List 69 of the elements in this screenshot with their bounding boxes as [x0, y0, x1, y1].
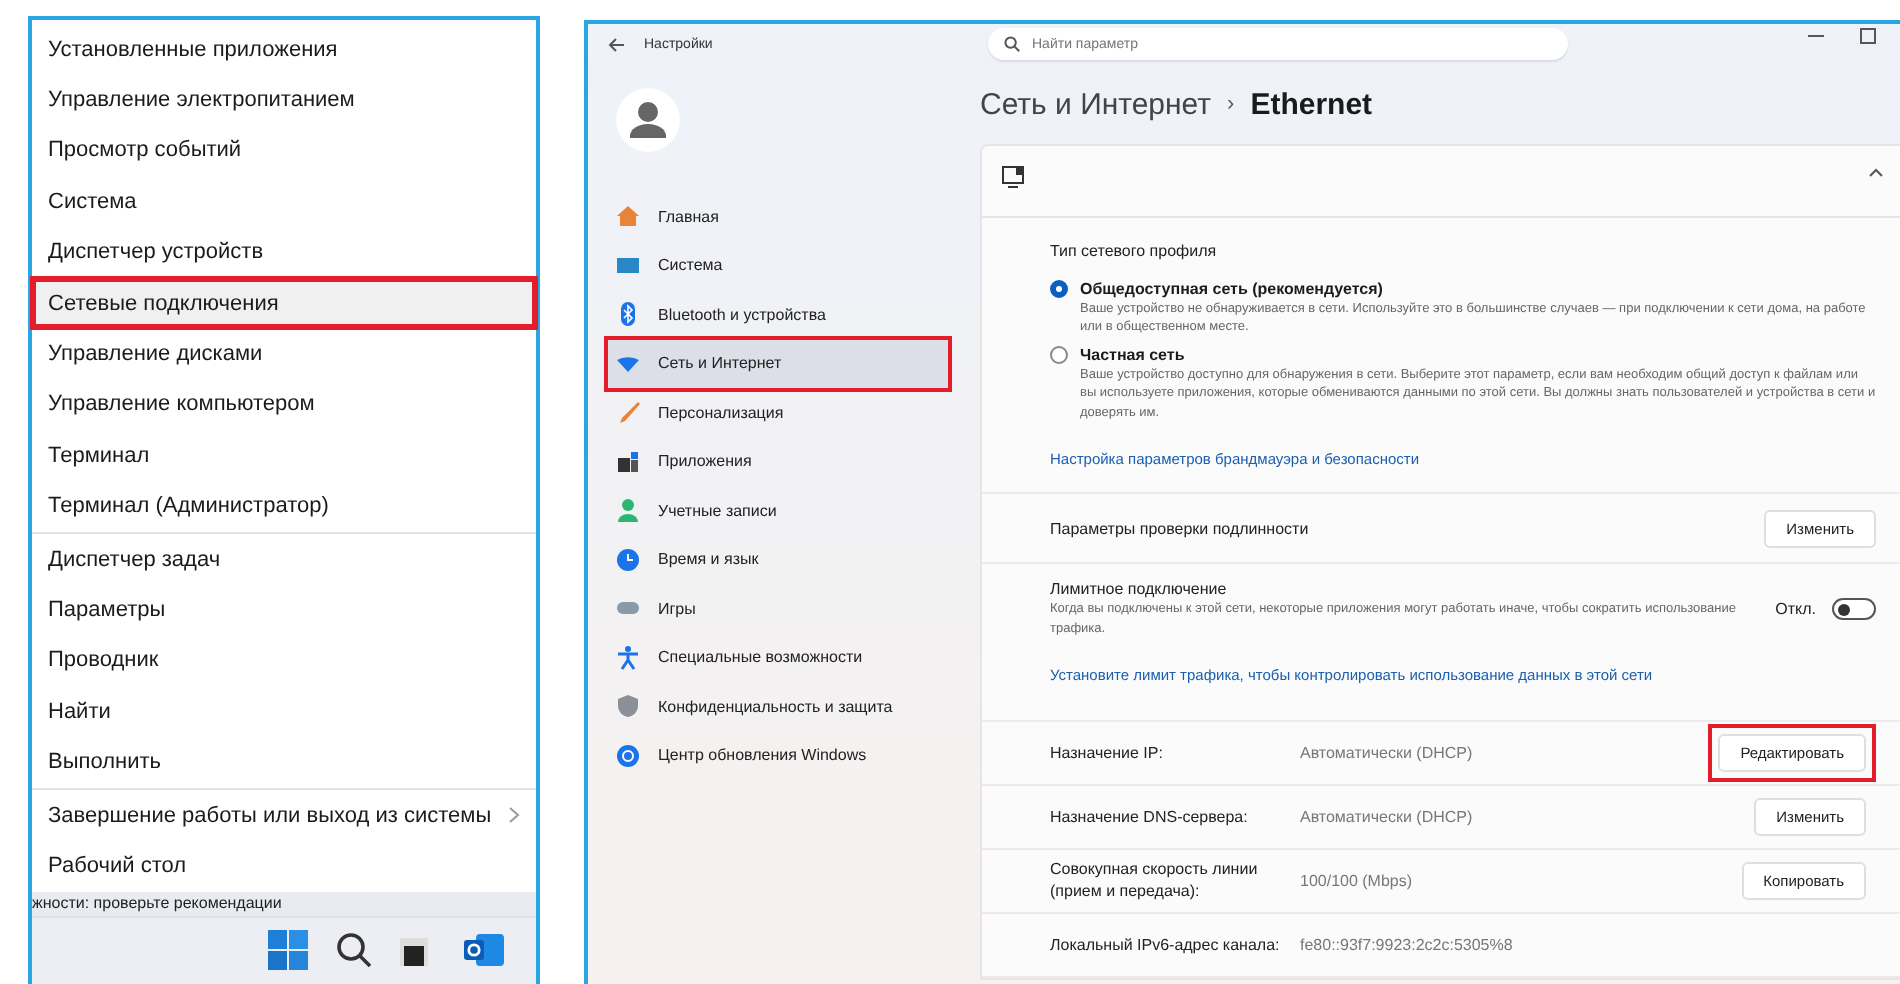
menu-item[interactable]: Проводник — [32, 635, 536, 687]
setting-label: Лимитное подключение — [1050, 580, 1229, 599]
nav-item[interactable]: Игры — [608, 584, 948, 633]
nav-item[interactable]: Конфиденциальность и защита — [608, 682, 948, 731]
breadcrumb-link[interactable]: Сеть и Интернет — [980, 87, 1212, 121]
menu-item[interactable]: Управление дисками — [32, 328, 536, 380]
nav-item[interactable]: Сеть и Интернет — [608, 339, 948, 388]
menu-item[interactable]: Найти — [32, 686, 536, 737]
nav-item[interactable]: Bluetooth и устройства — [608, 290, 948, 339]
menu-item[interactable]: Выполнить — [32, 736, 536, 788]
menu-item[interactable]: Терминал — [32, 430, 536, 482]
property-value: Автоматически (DHCP) — [1300, 743, 1475, 762]
setting-label: Параметры проверки подлинности — [1050, 519, 1309, 538]
menu-item[interactable]: Сетевые подключения — [32, 277, 536, 329]
menu-item[interactable]: Диспетчер устройств — [32, 227, 536, 278]
menu-item[interactable]: Установленные приложения — [32, 24, 536, 75]
menu-item[interactable]: Просмотр событий — [32, 125, 536, 177]
breadcrumb-separator: › — [1227, 92, 1235, 116]
avatar-icon — [616, 88, 680, 152]
option-label: Частная сеть — [1080, 345, 1187, 364]
nav-icon — [616, 400, 640, 425]
nav-icon — [616, 204, 640, 229]
nav-icon — [616, 645, 640, 670]
option-label: Общедоступная сеть (рекомендуется) — [1080, 280, 1385, 298]
radio-button[interactable] — [1050, 345, 1068, 364]
nav-icon — [616, 449, 640, 474]
menu-item[interactable]: Управление электропитанием — [32, 74, 536, 126]
nav-icon — [616, 547, 640, 572]
property-label: Назначение DNS-сервера: — [1050, 805, 1250, 829]
toggle-switch[interactable] — [1832, 598, 1876, 621]
background-text: жности: проверьте рекомендации — [32, 891, 536, 916]
menu-item[interactable]: Система — [32, 176, 536, 228]
section-label: Тип сетевого профиля — [1050, 242, 1219, 260]
property-value: fe80::93f7:9923:2c2c:5305%8 — [1300, 935, 1515, 954]
property-label: Совокупная скорость линии (прием и передача): — [1050, 858, 1260, 904]
property-value: Автоматически (DHCP) — [1300, 807, 1475, 826]
collapse-chevron-icon[interactable] — [1868, 166, 1884, 178]
nav-icon — [616, 694, 640, 719]
property-value: 100/100 (Mbps) — [1300, 871, 1415, 890]
nav-item[interactable]: Система — [608, 241, 948, 290]
nav-item[interactable]: Специальные возможности — [608, 633, 948, 682]
nav-icon — [616, 743, 640, 768]
mail-app-icon[interactable] — [464, 932, 504, 969]
windows-logo-icon[interactable] — [268, 930, 308, 971]
toggle-state: Откл. — [1775, 600, 1816, 619]
nav-icon — [616, 253, 640, 278]
menu-item[interactable]: Диспетчер задач — [32, 533, 536, 585]
nav-item[interactable]: Центр обновления Windows — [608, 731, 948, 780]
nav-item[interactable]: Главная — [608, 192, 948, 241]
nav-icon — [616, 351, 640, 376]
menu-item[interactable]: Рабочий стол — [32, 840, 536, 892]
menu-item[interactable]: Завершение работы или выход из системы — [32, 789, 536, 841]
menu-item[interactable]: Терминал (Администратор) — [32, 481, 536, 532]
back-arrow-icon[interactable] — [608, 37, 624, 51]
nav-icon — [616, 302, 640, 327]
radio-button[interactable] — [1050, 280, 1068, 298]
maximize-icon[interactable] — [1860, 28, 1876, 44]
nav-item[interactable]: Персонализация — [608, 388, 948, 437]
page-title: Ethernet — [1250, 87, 1373, 121]
search-icon — [1004, 36, 1020, 52]
nav-icon — [616, 498, 640, 523]
property-label: Локальный IPv6-адрес канала: — [1050, 933, 1282, 957]
search-icon[interactable] — [336, 932, 372, 969]
property-label: Назначение IP: — [1050, 741, 1165, 765]
nav-item[interactable]: Время и язык — [608, 535, 948, 584]
nav-item[interactable]: Приложения — [608, 437, 948, 486]
nav-item[interactable]: Учетные записи — [608, 486, 948, 535]
menu-item[interactable]: Параметры — [32, 584, 536, 636]
menu-item[interactable]: Управление компьютером — [32, 379, 536, 431]
